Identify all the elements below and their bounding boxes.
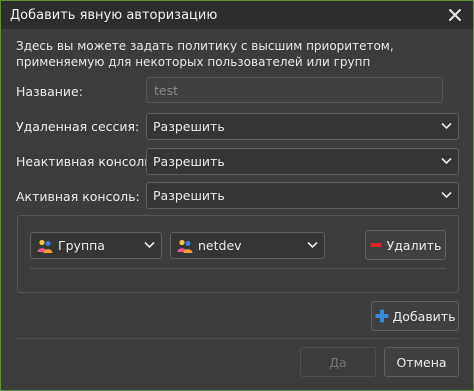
add-button-label: Добавить	[392, 308, 456, 324]
remove-button-label: Удалить	[386, 237, 442, 253]
plus-icon	[375, 309, 389, 323]
active-console-label: Активная консоль:	[16, 189, 140, 204]
remove-button[interactable]: Удалить	[365, 230, 446, 260]
users-icon	[37, 239, 53, 253]
chevron-down-icon	[441, 122, 452, 130]
active-console-select[interactable]: Разрешить	[146, 182, 459, 209]
inactive-console-value: Разрешить	[153, 154, 225, 169]
inactive-console-select[interactable]: Разрешить	[146, 148, 459, 175]
remote-session-label: Удаленная сессия:	[16, 119, 140, 134]
remote-session-value: Разрешить	[153, 119, 225, 134]
chevron-down-icon	[307, 241, 318, 249]
name-input[interactable]: test	[146, 77, 443, 103]
chevron-down-icon	[441, 157, 452, 165]
identity-group-value: netdev	[198, 238, 242, 253]
description-text: Здесь вы можете задать политику с высшим…	[16, 39, 394, 69]
identity-group-select[interactable]: netdev	[170, 232, 325, 259]
users-icon	[177, 239, 193, 253]
window-title: Добавить явную авторизацию	[10, 7, 218, 23]
footer-separator	[16, 338, 459, 339]
ok-button[interactable]: Да	[300, 347, 376, 377]
close-button[interactable]	[446, 6, 464, 24]
ok-button-label: Да	[329, 354, 347, 370]
identity-type-value: Группа	[58, 238, 105, 253]
name-label: Название:	[16, 84, 83, 99]
inactive-console-label: Неактивная консоль:	[16, 154, 156, 169]
cancel-button-label: Отмена	[396, 354, 447, 370]
identity-type-select[interactable]: Группа	[30, 232, 162, 259]
dialog-window: Добавить явную авторизацию Здесь вы може…	[0, 0, 474, 391]
cancel-button[interactable]: Отмена	[384, 347, 459, 377]
active-console-value: Разрешить	[153, 188, 225, 203]
close-icon	[449, 9, 461, 21]
name-placeholder: test	[154, 82, 179, 98]
chevron-down-icon	[441, 191, 452, 199]
remote-session-select[interactable]: Разрешить	[146, 113, 459, 140]
minus-icon	[370, 243, 382, 247]
entry-separator	[30, 268, 446, 269]
add-button[interactable]: Добавить	[371, 301, 459, 331]
chevron-down-icon	[144, 241, 155, 249]
titlebar: Добавить явную авторизацию	[1, 1, 473, 29]
